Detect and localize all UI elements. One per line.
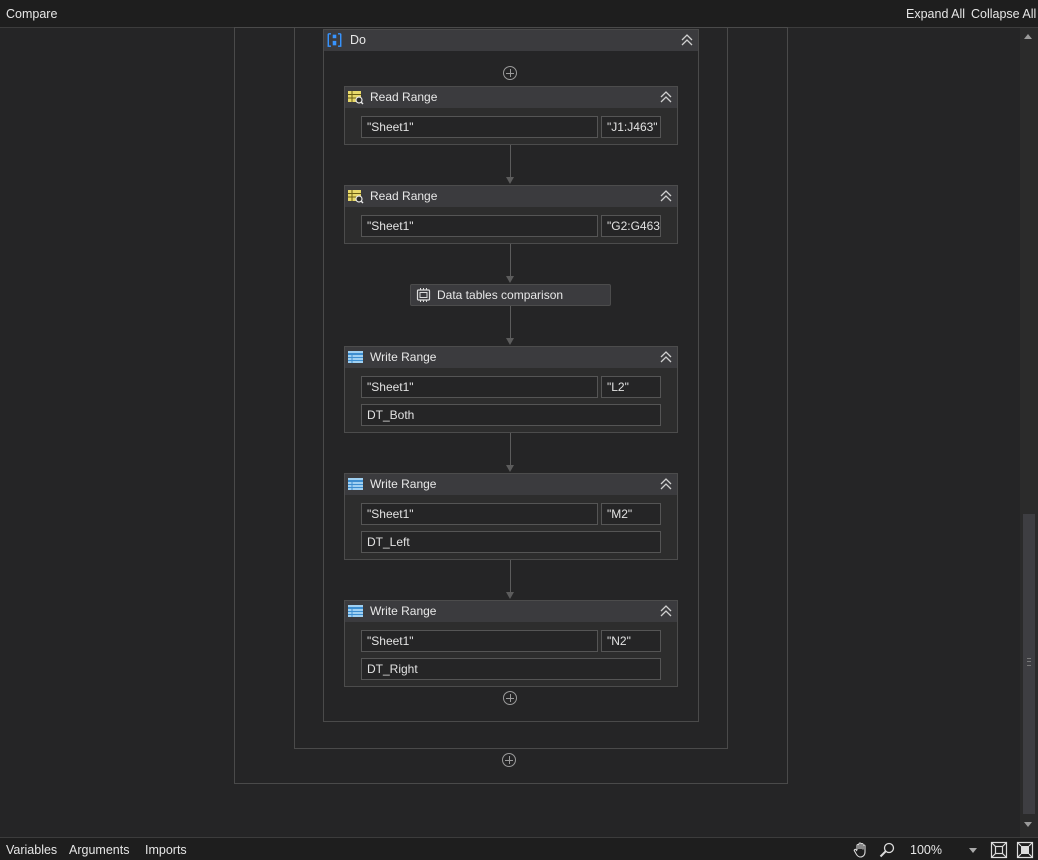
scroll-up-icon[interactable] <box>1024 34 1032 39</box>
activity-header[interactable]: Read Range <box>345 186 677 207</box>
datatable-input[interactable]: DT_Left <box>361 531 661 553</box>
workflow-title: Compare <box>6 7 58 21</box>
connector-line <box>510 244 511 276</box>
variables-tab[interactable]: Variables <box>6 843 57 857</box>
imports-tab[interactable]: Imports <box>145 843 187 857</box>
do-sequence-label: Do <box>350 33 366 47</box>
range-input[interactable]: "N2" <box>601 630 661 652</box>
excel-write-icon <box>348 605 363 617</box>
connector-arrow <box>506 338 514 345</box>
activity-title: Write Range <box>370 350 437 364</box>
sheet-name-input[interactable]: "Sheet1" <box>361 630 598 652</box>
write-range-activity-2[interactable]: Write Range "Sheet1" "M2" DT_Left <box>344 473 678 560</box>
custom-activity-icon <box>416 288 431 302</box>
connector-line <box>510 560 511 592</box>
connector-line <box>510 145 511 177</box>
range-input[interactable]: "G2:G463 <box>601 215 661 237</box>
collapse-all-button[interactable]: Collapse All <box>971 7 1036 21</box>
collapse-icon[interactable] <box>660 604 672 618</box>
excel-read-icon <box>348 91 364 105</box>
scroll-down-icon[interactable] <box>1024 822 1032 827</box>
activity-title: Write Range <box>370 604 437 618</box>
connector-arrow <box>506 465 514 472</box>
activity-header[interactable]: Read Range <box>345 87 677 108</box>
datatable-input[interactable]: DT_Right <box>361 658 661 680</box>
read-range-activity-2[interactable]: Read Range "Sheet1" "G2:G463 <box>344 185 678 244</box>
datatable-input[interactable]: DT_Both <box>361 404 661 426</box>
zoom-dropdown-icon[interactable] <box>969 848 977 853</box>
sheet-name-input[interactable]: "Sheet1" <box>361 116 598 138</box>
range-input[interactable]: "L2" <box>601 376 661 398</box>
add-activity-button[interactable] <box>503 66 517 80</box>
connector-arrow <box>506 177 514 184</box>
connector-arrow <box>506 592 514 599</box>
excel-read-icon <box>348 190 364 204</box>
write-range-activity-3[interactable]: Write Range "Sheet1" "N2" DT_Right <box>344 600 678 687</box>
data-tables-comparison-activity[interactable]: Data tables comparison <box>410 284 611 306</box>
designer-toolbar: Compare Expand All Collapse All <box>0 0 1038 28</box>
arguments-tab[interactable]: Arguments <box>69 843 129 857</box>
activity-title: Write Range <box>370 477 437 491</box>
sequence-icon <box>327 33 342 47</box>
write-range-activity-1[interactable]: Write Range "Sheet1" "L2" DT_Both <box>344 346 678 433</box>
activity-header[interactable]: Write Range <box>345 347 677 368</box>
activity-header[interactable]: Write Range <box>345 474 677 495</box>
read-range-activity-1[interactable]: Read Range "Sheet1" "J1:J463" <box>344 86 678 145</box>
excel-write-icon <box>348 478 363 490</box>
overview-icon[interactable] <box>1016 841 1034 859</box>
fit-to-screen-icon[interactable] <box>990 841 1008 859</box>
activity-title: Read Range <box>370 90 438 104</box>
comparison-label: Data tables comparison <box>437 288 564 302</box>
expand-all-button[interactable]: Expand All <box>906 7 965 21</box>
hand-pan-icon[interactable] <box>852 841 870 859</box>
activity-title: Read Range <box>370 189 438 203</box>
zoom-level[interactable]: 100% <box>910 843 942 857</box>
scrollbar-thumb[interactable] <box>1023 514 1035 814</box>
range-input[interactable]: "J1:J463" <box>601 116 661 138</box>
sheet-name-input[interactable]: "Sheet1" <box>361 215 598 237</box>
collapse-icon[interactable] <box>681 33 693 47</box>
do-sequence-header[interactable]: Do <box>324 30 698 51</box>
collapse-icon[interactable] <box>660 90 672 104</box>
activity-header[interactable]: Write Range <box>345 601 677 622</box>
connector-line <box>510 306 511 338</box>
collapse-icon[interactable] <box>660 350 672 364</box>
sheet-name-input[interactable]: "Sheet1" <box>361 503 598 525</box>
connector-line <box>510 433 511 465</box>
add-activity-button[interactable] <box>503 691 517 705</box>
vertical-scrollbar[interactable] <box>1020 28 1038 837</box>
connector-arrow <box>506 276 514 283</box>
add-activity-button[interactable] <box>502 753 516 767</box>
magnifier-icon[interactable] <box>878 841 896 859</box>
designer-statusbar: Variables Arguments Imports 100% <box>0 837 1038 860</box>
sheet-name-input[interactable]: "Sheet1" <box>361 376 598 398</box>
collapse-icon[interactable] <box>660 477 672 491</box>
excel-write-icon <box>348 351 363 363</box>
range-input[interactable]: "M2" <box>601 503 661 525</box>
collapse-icon[interactable] <box>660 189 672 203</box>
